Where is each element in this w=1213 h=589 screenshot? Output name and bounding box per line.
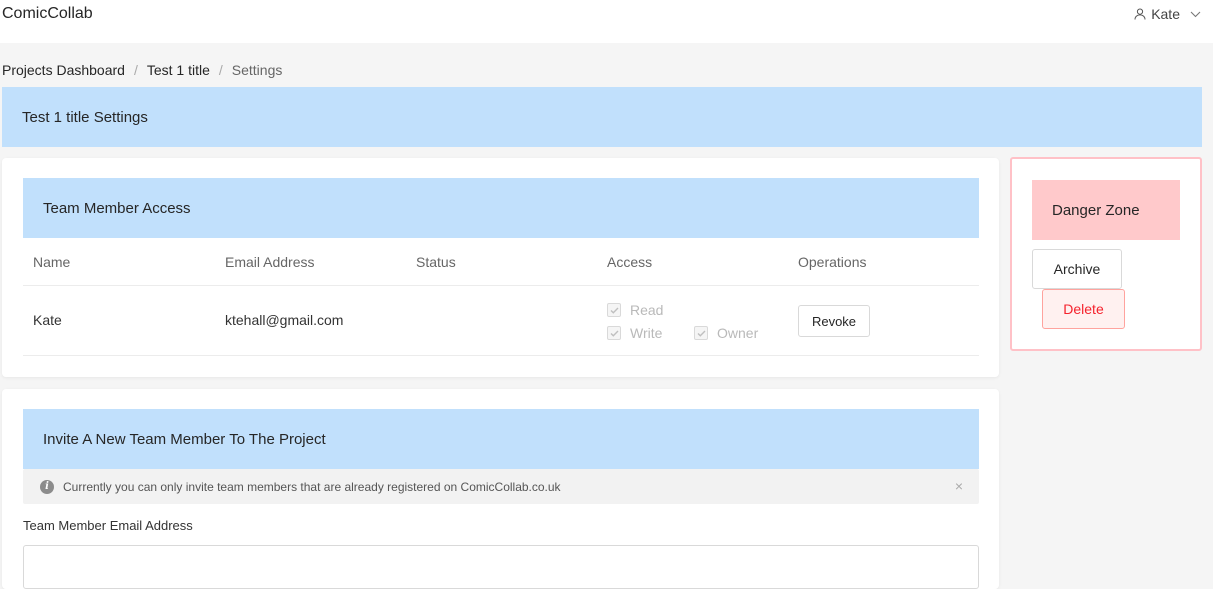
breadcrumb-settings: Settings bbox=[231, 62, 283, 78]
team-member-access-card: Team Member Access Name Email Address St… bbox=[2, 158, 999, 377]
revoke-button[interactable]: Revoke bbox=[798, 305, 870, 337]
email-field-label: Team Member Email Address bbox=[23, 518, 193, 533]
column-header-email: Email Address bbox=[225, 254, 315, 270]
checkmark-icon bbox=[607, 326, 621, 340]
archive-button[interactable]: Archive bbox=[1032, 249, 1122, 289]
member-name: Kate bbox=[33, 312, 62, 328]
table-header: Name Email Address Status Access Operati… bbox=[23, 238, 979, 286]
invite-member-card: Invite A New Team Member To The Project … bbox=[2, 389, 999, 589]
brand-logo[interactable]: ComicCollab bbox=[2, 5, 93, 23]
breadcrumb-projects-dashboard[interactable]: Projects Dashboard bbox=[2, 62, 125, 78]
write-label: Write bbox=[630, 325, 663, 341]
user-name: Kate bbox=[1151, 6, 1180, 22]
team-member-access-title: Team Member Access bbox=[23, 178, 979, 238]
danger-zone-card: Danger Zone Archive Delete bbox=[1010, 157, 1202, 351]
info-icon: i bbox=[40, 479, 54, 494]
column-header-access: Access bbox=[607, 254, 653, 270]
checkmark-icon bbox=[694, 326, 708, 340]
email-field[interactable] bbox=[23, 545, 979, 589]
invite-notice-text: Currently you can only invite team membe… bbox=[63, 479, 561, 494]
owner-checkbox[interactable]: Owner bbox=[694, 325, 758, 341]
chevron-down-icon bbox=[1190, 11, 1201, 18]
member-email: ktehall@gmail.com bbox=[225, 312, 344, 328]
breadcrumb: Projects Dashboard / Test 1 title / Sett… bbox=[2, 62, 282, 78]
top-bar: ComicCollab Kate bbox=[0, 0, 1213, 43]
breadcrumb-project[interactable]: Test 1 title bbox=[147, 62, 210, 78]
column-header-name: Name bbox=[33, 254, 71, 270]
column-header-operations: Operations bbox=[798, 254, 867, 270]
write-checkbox[interactable]: Write bbox=[607, 325, 662, 341]
breadcrumb-separator: / bbox=[133, 62, 138, 78]
table-row: Kate ktehall@gmail.com Read Write Owner … bbox=[23, 286, 979, 356]
column-header-status: Status bbox=[416, 254, 456, 270]
read-checkbox[interactable]: Read bbox=[607, 302, 663, 318]
danger-zone-title: Danger Zone bbox=[1032, 180, 1180, 240]
read-label: Read bbox=[630, 302, 664, 318]
checkmark-icon bbox=[607, 303, 621, 317]
user-menu[interactable]: Kate bbox=[1134, 6, 1201, 22]
delete-button[interactable]: Delete bbox=[1042, 289, 1125, 329]
team-member-table: Name Email Address Status Access Operati… bbox=[23, 238, 979, 356]
owner-label: Owner bbox=[717, 325, 759, 341]
invite-member-title: Invite A New Team Member To The Project bbox=[23, 409, 979, 469]
close-icon[interactable]: × bbox=[955, 478, 963, 494]
user-icon bbox=[1134, 8, 1146, 20]
invite-notice: i Currently you can only invite team mem… bbox=[23, 469, 979, 504]
page-title: Test 1 title Settings bbox=[2, 87, 1202, 147]
breadcrumb-separator: / bbox=[218, 62, 223, 78]
